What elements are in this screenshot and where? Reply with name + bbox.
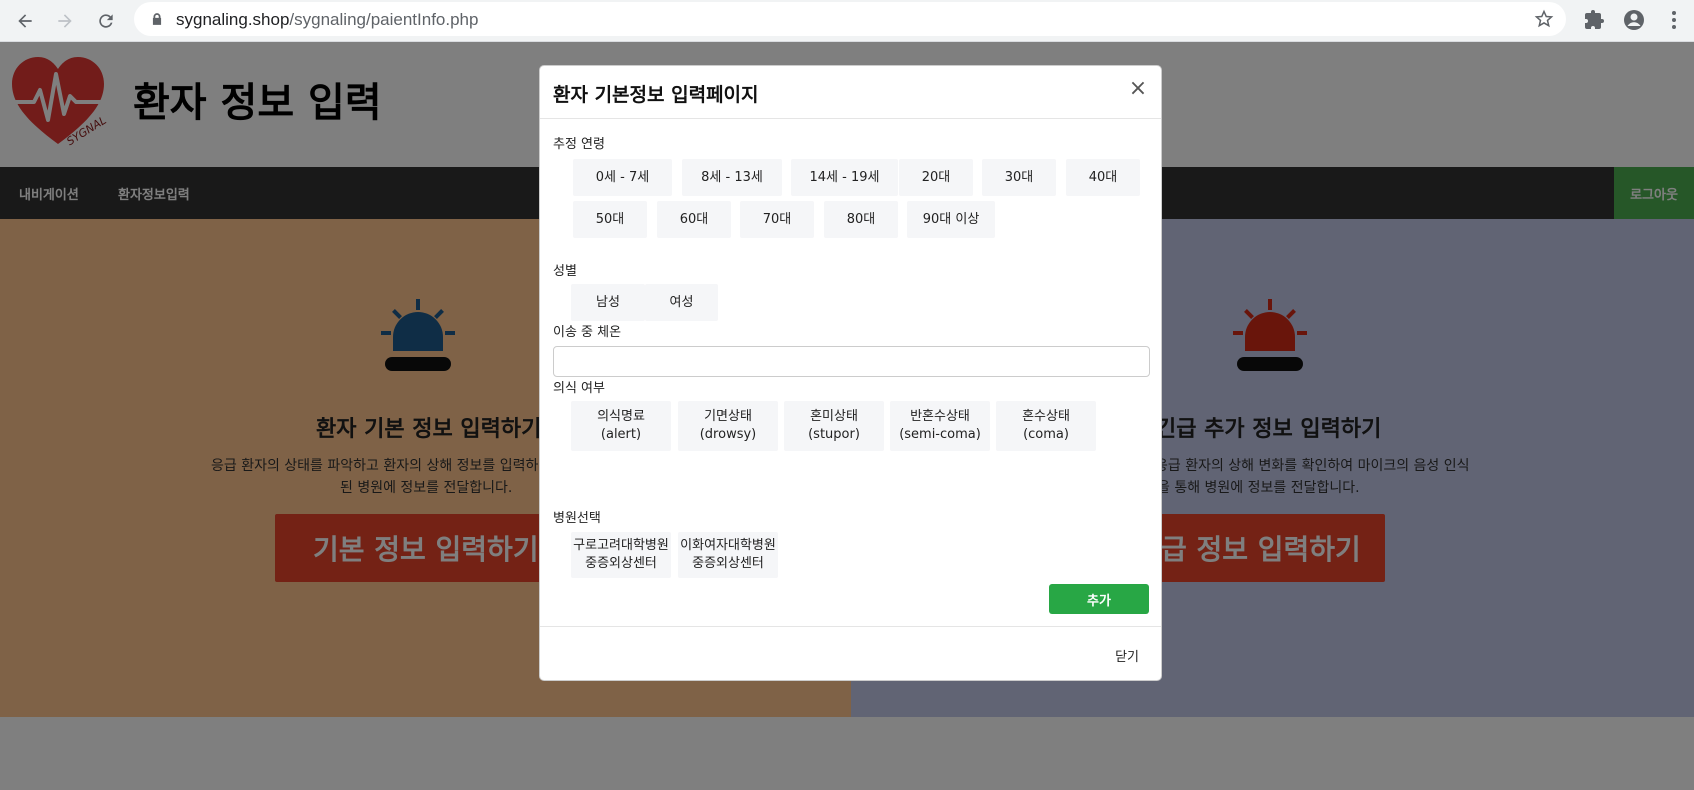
option-label-ko: 의식명료 [597,409,645,424]
hospital-option-ewha[interactable]: 이화여자대학병원 중증외상센터 [678,532,778,578]
age-option[interactable]: 60대 [657,201,731,238]
profile-avatar-icon[interactable] [1622,8,1646,32]
more-menu-icon[interactable] [1662,8,1686,32]
forward-arrow-icon [58,14,72,28]
option-label-en: (alert) [600,427,642,442]
option-label-ko: 혼수상태 [1022,409,1070,424]
address-bar[interactable]: sygnaling.shop/sygnaling/paientInfo.php [134,2,1566,36]
option-label-en: (semi-coma) [899,427,981,442]
option-label-ko: 혼미상태 [810,409,858,424]
sex-option-female[interactable]: 여성 [645,284,718,321]
consciousness-option-semi-coma[interactable]: 반혼수상태 (semi-coma) [890,401,990,451]
hospital-center: 중증외상센터 [692,556,764,571]
browser-toolbar: sygnaling.shop/sygnaling/paientInfo.php [0,0,1694,42]
lock-icon [152,13,162,25]
modal-footer: 닫기 [540,626,1161,681]
option-label-en: (stupor) [808,427,860,442]
option-label-ko: 반혼수상태 [910,409,970,424]
reload-button[interactable] [91,6,121,36]
consciousness-label: 의식 여부 [553,381,605,396]
age-option[interactable]: 14세 - 19세 [791,159,898,196]
option-label-ko: 기면상태 [704,409,752,424]
sex-label: 성별 [553,264,577,279]
option-label-en: (drowsy) [699,427,757,442]
age-option[interactable]: 90대 이상 [907,201,995,238]
add-button[interactable]: 추가 [1049,584,1149,614]
forward-button[interactable] [50,6,80,36]
url-host: sygnaling.shop [176,10,290,29]
reload-icon [99,14,113,28]
patient-info-modal: 환자 기본정보 입력페이지 × 추정 연령 0세 - 7세 8세 - 13세 1… [539,65,1162,681]
consciousness-option-alert[interactable]: 의식명료 (alert) [571,401,671,451]
age-option[interactable]: 8세 - 13세 [682,159,782,196]
age-option[interactable]: 30대 [982,159,1056,196]
temperature-label: 이송 중 체온 [553,325,622,340]
extensions-puzzle-icon[interactable] [1582,8,1606,32]
hospital-label: 병원선택 [553,511,601,526]
age-option[interactable]: 40대 [1066,159,1140,196]
bookmark-star-icon[interactable] [1534,9,1554,29]
age-option[interactable]: 50대 [573,201,647,238]
age-option[interactable]: 20대 [899,159,973,196]
age-option[interactable]: 80대 [824,201,898,238]
hospital-name: 이화여자대학병원 [680,538,776,553]
hospital-name: 구로고려대학병원 [573,538,669,553]
modal-close-icon[interactable]: × [1127,76,1149,102]
url-path: /sygnaling/paientInfo.php [289,10,479,29]
sex-option-male[interactable]: 남성 [571,284,645,321]
temperature-input[interactable] [553,346,1150,377]
age-option[interactable]: 0세 - 7세 [573,159,672,196]
hospital-option-guro-korea[interactable]: 구로고려대학병원 중증외상센터 [571,532,671,578]
consciousness-option-stupor[interactable]: 혼미상태 (stupor) [784,401,884,451]
close-button[interactable]: 닫기 [1115,646,1139,665]
age-label: 추정 연령 [553,137,605,152]
modal-title: 환자 기본정보 입력페이지 [553,84,759,106]
consciousness-option-coma[interactable]: 혼수상태 (coma) [996,401,1096,451]
modal-header: 환자 기본정보 입력페이지 × [540,66,1161,119]
url-text: sygnaling.shop/sygnaling/paientInfo.php [176,10,478,30]
age-option[interactable]: 70대 [740,201,814,238]
option-label-en: (coma) [1023,427,1069,442]
consciousness-option-drowsy[interactable]: 기면상태 (drowsy) [678,401,778,451]
hospital-center: 중증외상센터 [585,556,657,571]
back-arrow-icon [18,14,32,28]
back-button[interactable] [10,6,40,36]
